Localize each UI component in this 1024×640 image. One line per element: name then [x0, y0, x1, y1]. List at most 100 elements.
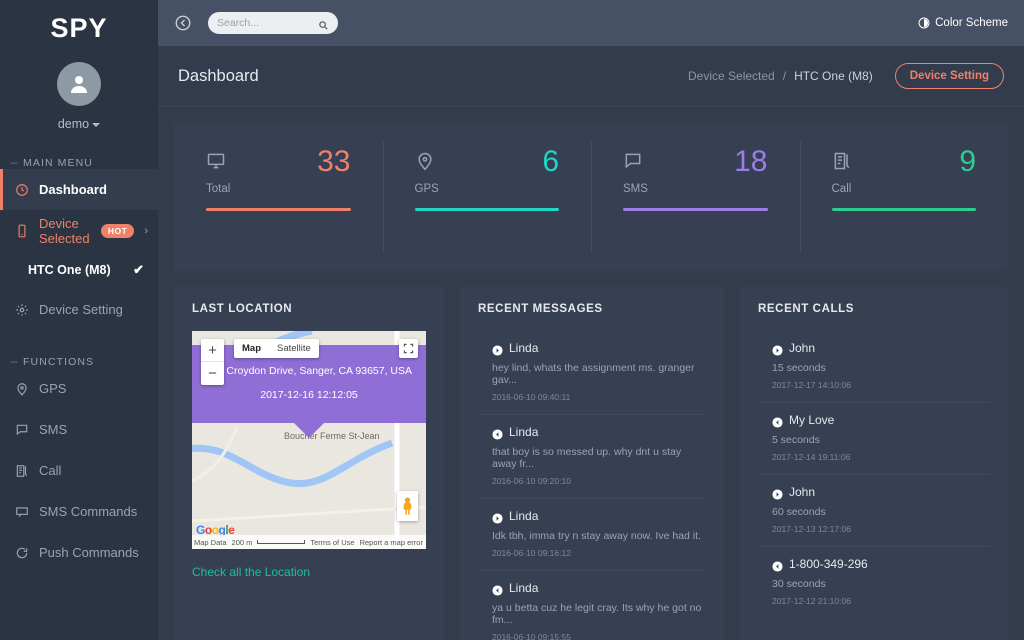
color-scheme-label: Color Scheme [935, 17, 1008, 29]
arrow-incoming-icon [772, 415, 783, 426]
panel-recent-messages: RECENT MESSAGES Linda hey lind, whats th… [460, 287, 724, 640]
sidebar-subitem-htc-one-m8[interactable]: HTC One (M8) ✔ [0, 251, 158, 289]
list-item[interactable]: Linda that boy is so messed up. why dnt … [478, 415, 706, 499]
profile-name-dropdown[interactable]: demo [0, 117, 158, 131]
call-duration: 15 seconds [772, 362, 990, 374]
search-box[interactable] [208, 12, 338, 34]
sidebar-item-gps[interactable]: GPS [0, 368, 158, 409]
map-attribution-footer: Map Data 200 m Terms of Use Report a map… [192, 535, 426, 549]
map-scale-label: 200 m [232, 538, 253, 547]
call-duration: 60 seconds [772, 506, 990, 518]
sidebar-item-device-setting[interactable]: Device Setting [0, 289, 158, 330]
list-item[interactable]: 1-800-349-296 30 seconds 2017-12-12 21:1… [758, 547, 990, 618]
call-timestamp: 2017-12-12 21:10:06 [772, 596, 990, 606]
mobile-icon [14, 223, 29, 238]
list-item[interactable]: My Love 5 seconds 2017-12-14 19:11:06 [758, 403, 990, 475]
map-fullscreen-button[interactable] [399, 339, 418, 358]
stats-card: 33 Total 6 GPS [174, 123, 1008, 271]
stat-gps-bar [415, 208, 560, 211]
list-item[interactable]: John 60 seconds 2017-12-13 12:17:06 [758, 475, 990, 547]
collapse-arrow-icon[interactable] [174, 14, 192, 32]
brand-name: SPY [50, 13, 107, 44]
message-sender: Linda [509, 581, 538, 595]
arrow-incoming-icon [772, 559, 783, 570]
main-menu-section-label: --- MAIN MENU [0, 157, 158, 169]
map-type-switcher[interactable]: Map Satellite [234, 339, 319, 358]
panel-last-location-title: LAST LOCATION [192, 303, 426, 315]
gear-icon [14, 302, 29, 317]
chevron-down-icon [92, 123, 100, 127]
map-terms-link[interactable]: Terms of Use [310, 538, 354, 547]
call-duration: 30 seconds [772, 578, 990, 590]
chat-icon [623, 151, 643, 171]
map-info-timestamp: 2017-12-16 12:12:05 [200, 383, 418, 407]
page-header: Dashboard Device Selected / HTC One (M8)… [158, 46, 1024, 107]
call-timestamp: 2017-12-14 19:11:06 [772, 452, 990, 462]
stat-sms-bar [623, 208, 768, 211]
map-report-error-link[interactable]: Report a map error [360, 538, 423, 547]
map-widget[interactable]: 630 Croydon Drive, Sanger, CA 93657, USA… [192, 331, 426, 549]
message-timestamp: 2016-06-10 09:40:11 [492, 392, 706, 402]
breadcrumb-separator: / [783, 69, 786, 83]
street-view-pegman-button[interactable] [397, 491, 418, 521]
app-root: SPY demo --- MAIN MENU Dashboard [0, 0, 1024, 640]
stat-gps: 6 GPS [383, 147, 592, 247]
map-zoom-in-button[interactable]: + [201, 339, 224, 362]
device-setting-button[interactable]: Device Setting [895, 63, 1004, 89]
message-body: hey lind, whats the assignment ms. grang… [492, 362, 706, 386]
check-all-location-link[interactable]: Check all the Location [192, 565, 426, 579]
list-item[interactable]: John 15 seconds 2017-12-17 14:10:06 [758, 331, 990, 403]
panel-last-location: LAST LOCATION 630 Croydon Drive, Sanger,… [174, 287, 444, 640]
map-pin-icon [415, 151, 435, 171]
list-item[interactable]: Linda hey lind, whats the assignment ms.… [478, 331, 706, 415]
sidebar-item-dashboard[interactable]: Dashboard [0, 169, 158, 210]
color-scheme-button[interactable]: Color Scheme [918, 17, 1008, 29]
sms-command-icon [14, 504, 29, 519]
sidebar-item-call[interactable]: Call [0, 450, 158, 491]
message-timestamp: 2016-06-10 09:16:12 [492, 548, 706, 558]
stat-sms: 18 SMS [591, 147, 800, 247]
list-item[interactable]: Linda ya u betta cuz he legit cray. Its … [478, 571, 706, 640]
search-input[interactable] [217, 17, 318, 29]
call-contact: John [789, 341, 815, 355]
map-type-map-button[interactable]: Map [234, 339, 269, 358]
profile-block: demo [0, 56, 158, 131]
map-zoom-out-button[interactable]: − [201, 362, 224, 385]
stat-total-label: Total [206, 183, 351, 195]
monitor-icon [206, 151, 226, 171]
search-icon[interactable] [318, 18, 329, 29]
brand-logo[interactable]: SPY [0, 0, 158, 56]
sidebar-item-sms[interactable]: SMS [0, 409, 158, 450]
sidebar-item-sms-commands-label: SMS Commands [39, 504, 137, 519]
message-body: that boy is so messed up. why dnt u stay… [492, 446, 706, 470]
breadcrumb: Device Selected / HTC One (M8) Device Se… [688, 63, 1004, 89]
arrow-outgoing-icon [772, 487, 783, 498]
stat-total-bar [206, 208, 351, 211]
fullscreen-icon [403, 343, 414, 354]
breadcrumb-device-selected[interactable]: Device Selected [688, 69, 775, 83]
sidebar-item-dashboard-label: Dashboard [39, 182, 107, 197]
stat-gps-value: 6 [542, 147, 559, 177]
sidebar-item-push-commands[interactable]: Push Commands [0, 532, 158, 573]
call-timestamp: 2017-12-17 14:10:06 [772, 380, 990, 390]
message-timestamp: 2016-06-10 09:15:55 [492, 632, 706, 640]
dash-decoration: --- [10, 357, 17, 368]
dash-decoration: --- [10, 158, 17, 169]
content-area: 33 Total 6 GPS [158, 107, 1024, 640]
stat-call: 9 Call [800, 147, 1009, 247]
panels-row: LAST LOCATION 630 Croydon Drive, Sanger,… [174, 287, 1008, 640]
breadcrumb-current: HTC One (M8) [794, 69, 873, 83]
sidebar-item-sms-label: SMS [39, 422, 67, 437]
list-item[interactable]: Linda Idk tbh, imma try n stay away now.… [478, 499, 706, 571]
map-scale-bar [257, 540, 305, 544]
stat-call-label: Call [832, 183, 977, 195]
map-type-satellite-button[interactable]: Satellite [269, 339, 319, 358]
call-contact: My Love [789, 413, 834, 427]
profile-name-label: demo [58, 117, 89, 131]
arrow-outgoing-icon [772, 343, 783, 354]
sidebar-item-call-label: Call [39, 463, 61, 478]
sidebar-item-sms-commands[interactable]: SMS Commands [0, 491, 158, 532]
map-zoom-controls[interactable]: + − [201, 339, 224, 385]
sidebar-item-device-selected[interactable]: Device Selected HOT › [0, 210, 158, 251]
functions-section-label: --- FUNCTIONS [0, 356, 158, 368]
